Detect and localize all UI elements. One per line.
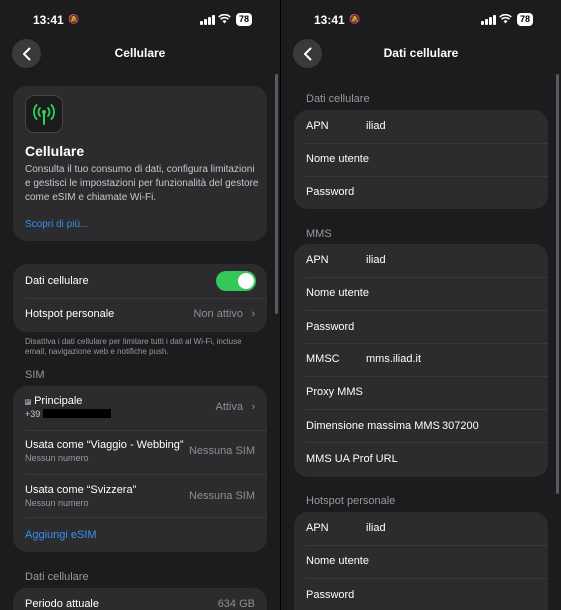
info-card-description: Consulta il tuo consumo di dati, configu… [25, 164, 259, 203]
field-label: APN [306, 522, 329, 534]
field-label: Nome utente [306, 153, 369, 165]
cellular-info-card: Cellulare Consulta il tuo consumo di dat… [13, 86, 267, 241]
sim-status: Nessuna SIM [188, 490, 255, 502]
scrollbar[interactable] [556, 74, 559, 494]
chevron-right-icon: › [251, 308, 255, 320]
sim-status: Attiva [215, 401, 243, 413]
status-bar: 13:41 🔕 78 [0, 12, 280, 30]
hotspot-username-row[interactable]: Nome utente [306, 555, 536, 567]
hotspot-row[interactable]: Hotspot personale Non attivo › [25, 308, 255, 320]
sim-row-principale[interactable]: P Principale +39 Attiva › [25, 395, 255, 423]
hotspot-apn-card: APN iliad Nome utente Password [294, 512, 548, 610]
silent-bell-icon: 🔕 [68, 14, 80, 24]
sim-list-card: P Principale +39 Attiva › Usata come “Vi… [13, 386, 267, 552]
cellular-data-footnote: Disattiva i dati cellulare per limitare … [25, 337, 242, 356]
hotspot-label: Hotspot personale [25, 308, 115, 320]
field-label: Proxy MMS [306, 386, 363, 398]
field-value[interactable]: mms.iliad.it [366, 353, 421, 365]
sim-row-viaggio[interactable]: Usata come “Viaggio - Webbing” Nessun nu… [25, 439, 255, 463]
field-value[interactable]: 307200 [442, 420, 479, 432]
field-label: Nome utente [306, 287, 369, 299]
mms-apn-row[interactable]: APN iliad [306, 254, 536, 266]
status-bar: 13:41 🔕 78 [281, 12, 561, 30]
current-period-row: Periodo attuale 634 GB [25, 598, 255, 610]
cellular-data-apn-pane: 13:41 🔕 78 Dati cellulare Dati cellulare… [281, 0, 561, 610]
hotspot-password-row[interactable]: Password [306, 589, 536, 601]
field-label: Password [306, 589, 355, 601]
sim-name: Usata come “Svizzera” [25, 484, 137, 496]
field-value[interactable]: iliad [366, 522, 386, 534]
data-usage-card: Periodo attuale 634 GB [13, 588, 267, 610]
add-esim-button[interactable]: Aggiungi eSIM [25, 529, 255, 541]
field-value[interactable]: iliad [366, 254, 386, 266]
cellular-data-card: Dati cellulare Hotspot personale Non att… [13, 264, 267, 332]
field-label: Password [306, 186, 355, 198]
status-time: 13:41 [33, 13, 64, 27]
field-label: Password [306, 321, 355, 333]
wifi-icon [499, 13, 512, 27]
mms-max-size-row[interactable]: Dimensione massima MMS 307200 [306, 420, 536, 432]
field-label: Dimensione massima MMS [306, 420, 440, 432]
sim-name: Usata come “Viaggio - Webbing” [25, 439, 184, 451]
sim-row-svizzera[interactable]: Usata come “Svizzera” Nessun numero Ness… [25, 484, 255, 508]
hotspot-section-header: Hotspot personale [306, 495, 396, 507]
field-label: Nome utente [306, 555, 369, 567]
sim-name: Principale [34, 395, 83, 407]
page-title: Cellulare [114, 46, 166, 60]
apn-data-card: APN iliad Nome utente Password [294, 110, 548, 209]
info-card-title: Cellulare [25, 143, 85, 159]
hotspot-value: Non attivo [193, 308, 243, 320]
current-period-value: 634 GB [217, 598, 255, 610]
signal-icon [200, 15, 215, 25]
mms-proxy-row[interactable]: Proxy MMS [306, 386, 536, 398]
sim-number: +39 [25, 409, 111, 419]
silent-bell-icon: 🔕 [349, 14, 361, 24]
username-row[interactable]: Nome utente [306, 153, 536, 165]
password-row[interactable]: Password [306, 186, 536, 198]
status-time: 13:41 [314, 13, 345, 27]
chevron-right-icon: › [251, 401, 255, 413]
mms-section-header: MMS [306, 228, 332, 240]
mms-username-row[interactable]: Nome utente [306, 287, 536, 299]
apn-section-header: Dati cellulare [306, 93, 370, 105]
sim-subtitle: Nessun numero [25, 453, 89, 463]
signal-icon [481, 15, 496, 25]
battery-indicator: 78 [517, 13, 534, 26]
battery-indicator: 78 [236, 13, 253, 26]
current-period-label: Periodo attuale [25, 598, 99, 610]
learn-more-link[interactable]: Scopri di più... [25, 219, 88, 230]
field-label: APN [306, 254, 329, 266]
antenna-icon [25, 95, 63, 133]
scrollbar[interactable] [275, 74, 278, 314]
field-label: MMS UA Prof URL [306, 453, 398, 465]
mms-ua-prof-row[interactable]: MMS UA Prof URL [306, 453, 536, 465]
redacted-number [42, 409, 111, 418]
field-label: MMSC [306, 353, 340, 365]
wifi-icon [218, 13, 231, 27]
data-usage-section-header: Dati cellulare [25, 571, 89, 583]
sim-section-header: SIM [25, 369, 45, 381]
field-label: APN [306, 120, 329, 132]
sim-tag-badge: P [25, 399, 32, 405]
field-value[interactable]: iliad [366, 120, 386, 132]
cellular-settings-pane: 13:41 🔕 78 Cellulare Cellulare Consulta … [0, 0, 280, 610]
hotspot-apn-row[interactable]: APN iliad [306, 522, 536, 534]
cellular-data-label: Dati cellulare [25, 275, 89, 287]
mms-card: APN iliad Nome utente Password MMSC mms.… [294, 244, 548, 477]
mmsc-row[interactable]: MMSC mms.iliad.it [306, 353, 536, 365]
page-title: Dati cellulare [383, 46, 459, 60]
mms-password-row[interactable]: Password [306, 321, 536, 333]
apn-row[interactable]: APN iliad [306, 120, 536, 132]
sim-subtitle: Nessun numero [25, 498, 89, 508]
sim-status: Nessuna SIM [188, 445, 255, 457]
cellular-data-toggle[interactable] [216, 271, 256, 291]
